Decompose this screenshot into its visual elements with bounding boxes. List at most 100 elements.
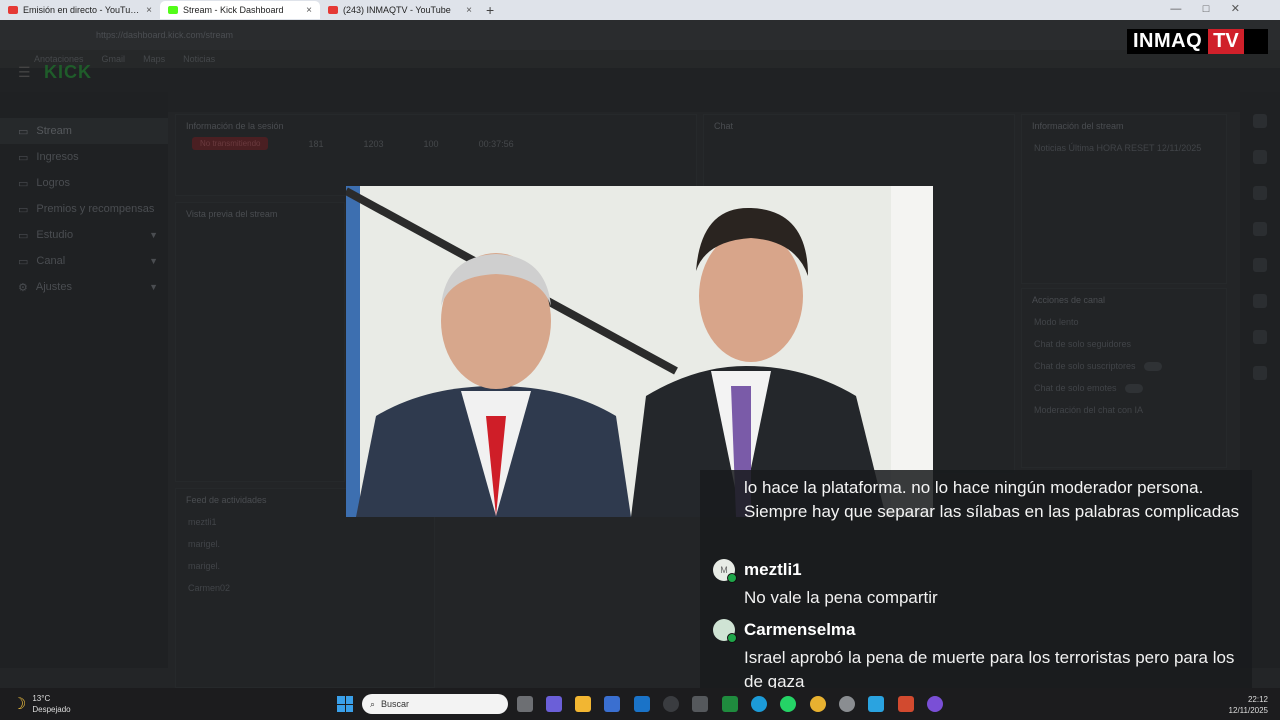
sidebar-item-canal[interactable]: ▭ Canal ▼ — [0, 248, 168, 274]
tab-youtube-studio[interactable]: Emisión en directo - YouTube Stu × — [0, 1, 160, 19]
status-badge: No transmitiendo — [192, 137, 269, 150]
toolbar-icon[interactable] — [1253, 366, 1267, 380]
viewers-value: 181 — [308, 138, 324, 149]
bookmark-item[interactable]: Maps — [143, 54, 165, 64]
toggle[interactable] — [1124, 384, 1143, 394]
menu-icon[interactable]: ☰ — [18, 64, 31, 81]
verified-badge-icon — [727, 573, 737, 583]
avatar — [713, 619, 737, 643]
toolbar-icon[interactable] — [1253, 150, 1267, 164]
close-icon[interactable]: × — [306, 5, 312, 16]
action-item[interactable]: Moderación del chat con IA — [1022, 399, 1226, 421]
taskbar-search[interactable]: ⌕ Buscar — [362, 694, 508, 714]
brand-word: INMAQ — [1133, 30, 1203, 52]
stream-icon: ▭ — [18, 125, 29, 138]
action-item[interactable]: Modo lento — [1022, 311, 1226, 333]
toolbar-icon[interactable] — [1253, 330, 1267, 344]
obs-icon[interactable] — [663, 696, 679, 712]
chat-message-continuation: lo hace la plataforma. no lo hace ningún… — [744, 478, 1240, 521]
sidebar-item-label: Logros — [36, 177, 71, 189]
browser-tabstrip: Emisión en directo - YouTube Stu × Strea… — [0, 0, 1280, 20]
kick-logo[interactable]: KICK — [44, 62, 92, 83]
outlook-icon[interactable] — [634, 696, 650, 712]
chevron-down-icon: ▼ — [149, 282, 158, 292]
activity-feed-panel: Feed de actividades meztli1 marigel. mar… — [175, 488, 435, 688]
activity-item: marigel. — [188, 561, 221, 571]
sidebar-item-ingresos[interactable]: ▭ Ingresos — [0, 144, 168, 170]
system-clock[interactable]: 22:12 12/11/2025 — [1229, 694, 1268, 716]
toolbar-icon[interactable] — [1253, 294, 1267, 308]
excel-icon[interactable] — [722, 696, 738, 712]
toggle[interactable] — [1143, 362, 1162, 372]
clock-time: 22:12 — [1247, 695, 1268, 704]
panel-title: Vista previa del stream — [186, 209, 278, 219]
sidebar-item-ajustes[interactable]: ⚙ Ajustes ▼ — [0, 274, 168, 300]
app-icon[interactable] — [839, 696, 855, 712]
avatar: M — [713, 559, 737, 583]
toolbar-icon[interactable] — [1253, 222, 1267, 236]
file-explorer-icon[interactable] — [575, 696, 591, 712]
edge-icon[interactable] — [751, 696, 767, 712]
channel-icon: ▭ — [18, 255, 29, 268]
moon-icon: ☽ — [12, 696, 27, 713]
inmaq-tv-logo: INMAQ TV — [1127, 29, 1268, 54]
action-label: Modo lento — [1034, 317, 1079, 327]
windows-start-icon[interactable] — [337, 696, 353, 712]
search-icon: ⌕ — [370, 698, 376, 709]
followers-value: 1203 — [363, 138, 384, 149]
action-label: Chat de solo seguidores — [1034, 339, 1132, 349]
action-item[interactable]: Chat de solo seguidores — [1022, 333, 1226, 355]
clock-date: 12/11/2025 — [1228, 706, 1268, 715]
store-icon[interactable] — [604, 696, 620, 712]
telegram-icon[interactable] — [868, 696, 884, 712]
app-icon[interactable] — [692, 696, 708, 712]
sidebar-item-premios[interactable]: ▭ Premios y recompensas — [0, 196, 168, 222]
session-stats: No transmitiendo 181 1203 100 00:37:56 — [176, 137, 696, 150]
powerpoint-icon[interactable] — [898, 696, 914, 712]
avatar-letter: M — [720, 565, 728, 575]
toolbar-icon[interactable] — [1253, 186, 1267, 200]
toolbar-icon[interactable] — [1253, 258, 1267, 272]
sidebar-item-label: Ingresos — [36, 151, 79, 163]
taskbar: ☽ 13°C Despejado ⌕ Buscar 22:12 12/11/20… — [0, 688, 1280, 720]
chevron-down-icon: ▼ — [149, 230, 158, 240]
tab-kick-dashboard[interactable]: Stream - Kick Dashboard × — [160, 1, 320, 19]
address-bar[interactable]: https://dashboard.kick.com/stream — [0, 20, 1280, 50]
chat-username: Carmenselma — [744, 620, 856, 639]
teams-icon[interactable] — [546, 696, 562, 712]
chat-message-text: No vale la pena compartir — [744, 588, 938, 607]
gift-icon: ▭ — [18, 203, 29, 216]
whatsapp-icon[interactable] — [780, 696, 796, 712]
youtube-icon — [8, 6, 18, 14]
trophy-icon: ▭ — [18, 177, 29, 190]
kick-icon — [168, 6, 178, 14]
tab-title: Emisión en directo - YouTube Stu — [23, 5, 141, 15]
weather-widget[interactable]: ☽ 13°C Despejado — [12, 693, 71, 715]
app-icon[interactable] — [927, 696, 943, 712]
tab-youtube-inmaqtv[interactable]: (243) INMAQTV - YouTube × — [320, 1, 480, 19]
action-item[interactable]: Chat de solo emotes — [1022, 377, 1226, 399]
activity-item: marigel. — [188, 539, 221, 549]
action-item[interactable]: Chat de solo suscriptores — [1022, 355, 1226, 377]
bookmark-item[interactable]: Gmail — [102, 54, 126, 64]
brand-tv: TV — [1208, 29, 1244, 54]
panel-title: Chat — [714, 121, 734, 131]
task-view-icon[interactable] — [517, 696, 533, 712]
close-icon[interactable]: × — [146, 5, 152, 16]
chat-username: meztli1 — [744, 560, 802, 579]
new-tab-button[interactable]: + — [486, 2, 494, 18]
sidebar-item-estudio[interactable]: ▭ Estudio ▼ — [0, 222, 168, 248]
youtube-icon — [328, 6, 338, 14]
panel-title: Acciones de canal — [1032, 295, 1106, 305]
chevron-down-icon: ▼ — [149, 256, 158, 266]
chrome-icon[interactable] — [810, 696, 826, 712]
subs-value: 100 — [423, 138, 439, 149]
sidebar-item-stream[interactable]: ▭ Stream — [0, 118, 168, 144]
sidebar-item-logros[interactable]: ▭ Logros — [0, 170, 168, 196]
url-text[interactable]: https://dashboard.kick.com/stream — [96, 30, 233, 40]
toolbar-icon[interactable] — [1253, 114, 1267, 128]
bookmark-item[interactable]: Noticias — [183, 54, 215, 64]
close-icon[interactable]: × — [466, 5, 472, 16]
action-label: Moderación del chat con IA — [1034, 405, 1144, 416]
window-controls[interactable]: — □ ✕ — [1170, 2, 1240, 15]
